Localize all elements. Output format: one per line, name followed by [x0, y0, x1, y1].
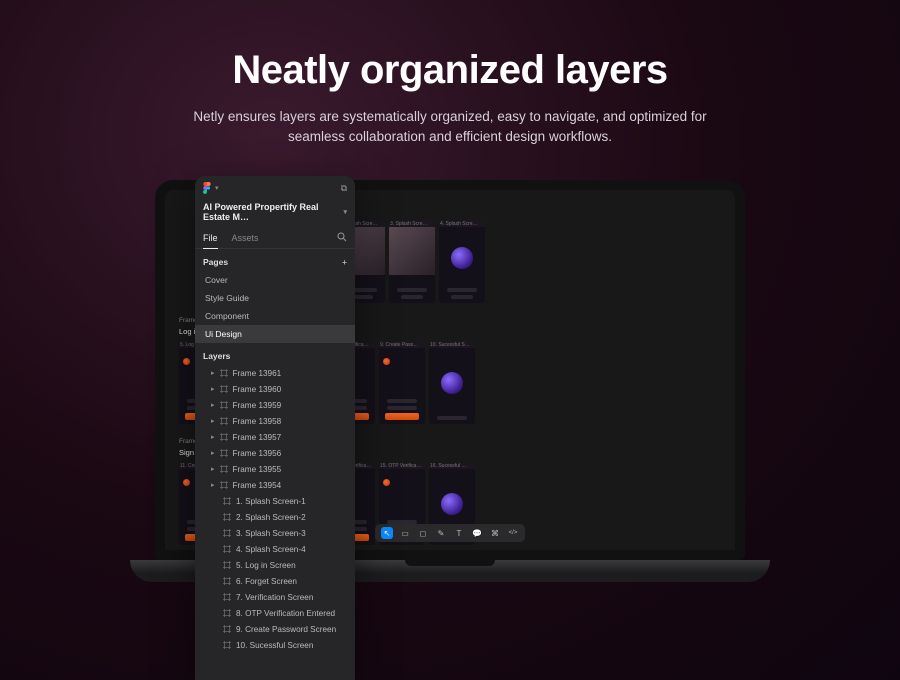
layers-header: Layers [203, 351, 230, 361]
layer-screen[interactable]: 4. Splash Screen-4 [195, 541, 355, 557]
layer-label: Frame 13960 [233, 385, 282, 394]
layer-label: 5. Log in Screen [236, 561, 296, 570]
layer-label: Frame 13958 [233, 417, 282, 426]
figma-icon [203, 182, 211, 194]
search-icon[interactable] [337, 232, 347, 244]
layer-screen[interactable]: 2. Splash Screen-2 [195, 509, 355, 525]
layer-frame[interactable]: ▸ Frame 13955 [195, 461, 355, 477]
chevron-right-icon: ▸ [211, 481, 215, 489]
layer-frame[interactable]: ▸ Frame 13954 [195, 477, 355, 493]
hero-subtitle: Netly ensures layers are systematically … [170, 107, 730, 148]
chevron-right-icon: ▸ [211, 417, 215, 425]
layer-label: 2. Splash Screen-2 [236, 513, 306, 522]
chevron-down-icon: ▾ [343, 208, 347, 216]
layer-screen[interactable]: 1. Splash Screen-1 [195, 493, 355, 509]
page-item[interactable]: Component [195, 307, 355, 325]
chevron-right-icon: ▸ [211, 385, 215, 393]
layer-screen[interactable]: 3. Splash Screen-3 [195, 525, 355, 541]
layer-label: 10. Sucessful Screen [236, 641, 313, 650]
layer-screen[interactable]: 5. Log in Screen [195, 557, 355, 573]
tool-move[interactable]: ↖ [381, 527, 393, 539]
layer-screen[interactable]: 7. Verification Screen [195, 589, 355, 605]
layer-frame[interactable]: ▸ Frame 13956 [195, 445, 355, 461]
screen-thumbnail[interactable]: 3. Splash Scre… [389, 221, 435, 303]
page-item[interactable]: Ui Design [195, 325, 355, 343]
chevron-right-icon: ▸ [211, 433, 215, 441]
chevron-right-icon: ▸ [211, 465, 215, 473]
layer-label: 6. Forget Screen [236, 577, 297, 586]
chevron-right-icon: ▸ [211, 449, 215, 457]
layer-screen[interactable]: 10. Sucessful Screen [195, 637, 355, 653]
figma-toolbar: ↖ ▭ ◻ ✎ T 💬 ⌘ </> [375, 524, 525, 542]
layer-frame[interactable]: ▸ Frame 13959 [195, 397, 355, 413]
page-item[interactable]: Cover [195, 271, 355, 289]
tab-assets[interactable]: Assets [232, 228, 259, 248]
layer-label: Frame 13961 [233, 369, 282, 378]
layer-label: Frame 13956 [233, 449, 282, 458]
layer-frame[interactable]: ▸ Frame 13957 [195, 429, 355, 445]
layer-label: 7. Verification Screen [236, 593, 313, 602]
tool-dev[interactable]: </> [507, 527, 519, 539]
project-name[interactable]: AI Powered Propertify Real Estate M… ▾ [195, 200, 355, 228]
hero-title: Neatly organized layers [0, 48, 900, 93]
layer-label: 1. Splash Screen-1 [236, 497, 306, 506]
layer-label: Frame 13955 [233, 465, 282, 474]
project-name-label: AI Powered Propertify Real Estate M… [203, 202, 343, 222]
figma-menu[interactable]: ▾ [203, 182, 219, 194]
layer-screen[interactable]: 8. OTP Verification Entered [195, 605, 355, 621]
layer-label: Frame 13957 [233, 433, 282, 442]
screen-thumbnail[interactable]: 10. Sucessful S… [429, 342, 475, 424]
layer-label: Frame 13959 [233, 401, 282, 410]
tool-frame[interactable]: ▭ [399, 527, 411, 539]
layer-label: 8. OTP Verification Entered [236, 609, 335, 618]
chevron-down-icon: ▾ [215, 184, 219, 192]
layers-panel: ▾ ⧉ AI Powered Propertify Real Estate M…… [195, 176, 355, 680]
page-item[interactable]: Style Guide [195, 289, 355, 307]
layer-screen[interactable]: 6. Forget Screen [195, 573, 355, 589]
add-page-button[interactable]: + [342, 257, 347, 267]
pages-header: Pages [203, 257, 228, 267]
tool-pen[interactable]: ✎ [435, 527, 447, 539]
panel-collapse-icon[interactable]: ⧉ [341, 183, 347, 194]
chevron-right-icon: ▸ [211, 369, 215, 377]
screen-thumbnail[interactable]: 9. Create Pass… [379, 342, 425, 424]
layer-frame[interactable]: ▸ Frame 13961 [195, 365, 355, 381]
layer-frame[interactable]: ▸ Frame 13958 [195, 413, 355, 429]
chevron-right-icon: ▸ [211, 401, 215, 409]
layer-label: 4. Splash Screen-4 [236, 545, 306, 554]
tool-rect[interactable]: ◻ [417, 527, 429, 539]
layer-label: 9. Create Password Screen [236, 625, 336, 634]
tool-actions[interactable]: ⌘ [489, 527, 501, 539]
layer-label: 3. Splash Screen-3 [236, 529, 306, 538]
layer-label: Frame 13954 [233, 481, 282, 490]
layer-frame[interactable]: ▸ Frame 13960 [195, 381, 355, 397]
tool-text[interactable]: T [453, 527, 465, 539]
tool-comment[interactable]: 💬 [471, 527, 483, 539]
tab-file[interactable]: File [203, 228, 218, 249]
screen-thumbnail[interactable]: 4. Splash Scre… [439, 221, 485, 303]
layer-screen[interactable]: 9. Create Password Screen [195, 621, 355, 637]
